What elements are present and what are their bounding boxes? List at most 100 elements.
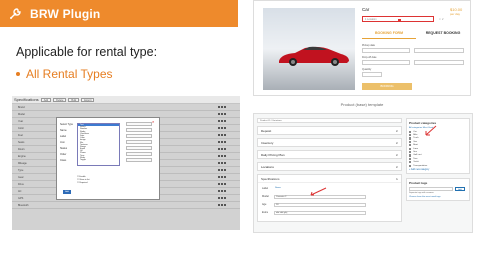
copy-icon[interactable] — [221, 119, 223, 122]
edit-icon[interactable] — [218, 105, 220, 108]
type-dropdown-list[interactable]: Text Select Number Radio Checkbox Date Color Im… — [77, 123, 120, 166]
category-item[interactable]: Transportation — [409, 164, 467, 167]
chevron-down-icon[interactable]: ∨ — [396, 165, 398, 169]
copy-icon[interactable] — [221, 112, 223, 115]
checkbox-icon[interactable] — [409, 137, 412, 140]
copy-icon[interactable] — [221, 140, 223, 143]
row-actions[interactable] — [218, 175, 226, 179]
edit-icon[interactable] — [218, 126, 220, 129]
specifications-header[interactable]: Specifications ∧ — [258, 175, 401, 183]
categories-tabs[interactable]: All categories Most Used — [409, 127, 467, 129]
edit-icon[interactable] — [218, 140, 220, 143]
field-input[interactable] — [126, 146, 152, 150]
table-row[interactable]: Brand — [12, 104, 240, 111]
tab-booking-form[interactable]: BOOKING FORM — [362, 31, 416, 39]
edit-icon[interactable] — [218, 189, 220, 192]
section-row[interactable]: Daily Pricing Plan ∨ — [257, 150, 402, 159]
dropdown-option[interactable]: Toggle — [78, 159, 119, 161]
field-input[interactable] — [126, 122, 152, 126]
checkbox-icon[interactable] — [409, 157, 412, 160]
spec-value-input[interactable]: abc def ghij — [274, 210, 366, 215]
row-actions[interactable] — [218, 126, 226, 130]
row-actions[interactable] — [218, 105, 226, 109]
checkbox-icon[interactable] — [409, 144, 412, 147]
chevron-up-icon[interactable]: ∧ — [396, 177, 398, 181]
delete-icon[interactable] — [224, 112, 226, 115]
delete-icon[interactable] — [224, 203, 226, 206]
edit-icon[interactable] — [218, 203, 220, 206]
row-actions[interactable] — [218, 182, 226, 186]
copy-icon[interactable] — [221, 189, 223, 192]
copy-icon[interactable] — [221, 182, 223, 185]
row-actions[interactable] — [218, 133, 226, 137]
field-input[interactable] — [126, 134, 152, 138]
booking-button[interactable]: BOOKING — [362, 83, 412, 90]
row-actions[interactable] — [218, 119, 226, 123]
toolbar-button[interactable]: Add — [40, 97, 52, 102]
checkbox-icon[interactable] — [409, 140, 412, 143]
field-input[interactable] — [126, 152, 152, 156]
delete-icon[interactable] — [224, 168, 226, 171]
copy-icon[interactable] — [221, 175, 223, 178]
checkbox-icon[interactable] — [409, 154, 412, 157]
delete-icon[interactable] — [224, 175, 226, 178]
row-actions[interactable] — [218, 112, 226, 116]
copy-icon[interactable] — [221, 196, 223, 199]
row-actions[interactable] — [218, 189, 226, 193]
chevron-down-icon[interactable]: ∨ — [396, 141, 398, 145]
edit-icon[interactable] — [218, 168, 220, 171]
delete-icon[interactable] — [224, 133, 226, 136]
pickup-time-input[interactable] — [414, 48, 464, 53]
checkbox-icon[interactable] — [409, 161, 412, 164]
delete-icon[interactable] — [224, 161, 226, 164]
field-input[interactable] — [126, 128, 152, 132]
quantity-input[interactable] — [362, 72, 382, 77]
row-actions[interactable] — [218, 154, 226, 158]
row-actions[interactable] — [218, 168, 226, 172]
edit-icon[interactable] — [218, 112, 220, 115]
add-category-link[interactable]: + Add new category — [409, 169, 467, 171]
section-row[interactable]: Deposit ∨ — [257, 126, 402, 135]
chevron-down-icon[interactable]: ∨ — [396, 129, 398, 133]
checkbox-icon[interactable] — [409, 150, 412, 154]
delete-icon[interactable] — [224, 126, 226, 129]
delete-icon[interactable] — [224, 189, 226, 192]
clear-icon[interactable]: × ∨ — [439, 17, 444, 21]
edit-icon[interactable] — [218, 196, 220, 199]
pickup-date-input[interactable] — [362, 48, 410, 53]
toolbar-button[interactable]: Delete — [53, 97, 67, 102]
spec-value-input[interactable]: 18 — [274, 202, 366, 207]
copy-icon[interactable] — [221, 203, 223, 206]
delete-icon[interactable] — [224, 105, 226, 108]
dropoff-time-input[interactable] — [414, 60, 464, 65]
close-icon[interactable]: × — [152, 120, 156, 124]
edit-icon[interactable] — [218, 154, 220, 157]
delete-icon[interactable] — [224, 182, 226, 185]
copy-icon[interactable] — [221, 147, 223, 150]
copy-icon[interactable] — [221, 105, 223, 108]
copy-icon[interactable] — [221, 133, 223, 136]
copy-icon[interactable] — [221, 126, 223, 129]
row-actions[interactable] — [218, 147, 226, 151]
toolbar-button[interactable]: Bulk — [68, 97, 80, 102]
delete-icon[interactable] — [224, 140, 226, 143]
copy-icon[interactable] — [221, 168, 223, 171]
delete-icon[interactable] — [224, 147, 226, 150]
field-input[interactable] — [126, 158, 152, 162]
table-row[interactable]: Bluetooth — [12, 202, 240, 209]
checkbox-icon[interactable] — [409, 130, 412, 133]
edit-icon[interactable] — [218, 175, 220, 178]
choose-tags-link[interactable]: Choose from the most used tags — [409, 196, 467, 198]
field-input[interactable] — [126, 140, 152, 144]
toolbar-button[interactable]: Export — [81, 97, 95, 102]
dropoff-date-input[interactable] — [362, 60, 410, 65]
tags-add-button[interactable]: Add — [455, 187, 465, 192]
delete-icon[interactable] — [224, 196, 226, 199]
checkbox-icon[interactable] — [409, 164, 412, 167]
copy-icon[interactable] — [221, 161, 223, 164]
row-actions[interactable] — [218, 140, 226, 144]
section-row[interactable]: Locations ∨ — [257, 162, 402, 171]
checkbox-icon[interactable] — [409, 147, 412, 150]
tags-input[interactable] — [409, 187, 453, 192]
copy-icon[interactable] — [221, 154, 223, 157]
